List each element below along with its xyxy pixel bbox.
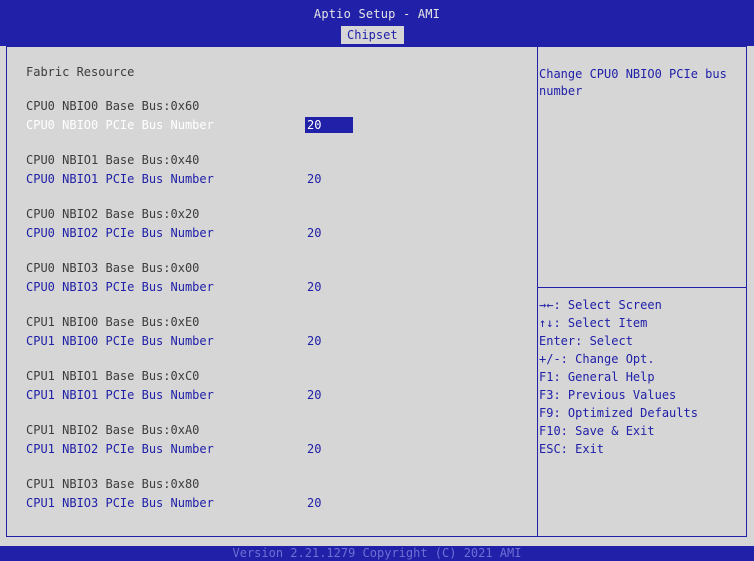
pcie-bus-number-value[interactable]: 20 xyxy=(307,334,321,349)
base-bus-label: CPU0 NBIO0 Base Bus:0x60 xyxy=(26,99,200,113)
title-bar: Aptio Setup - AMI Chipset xyxy=(0,0,754,46)
pcie-bus-number-option[interactable]: CPU1 NBIO1 PCIe Bus Number xyxy=(26,388,214,403)
pcie-bus-number-option[interactable]: CPU0 NBIO0 PCIe Bus Number xyxy=(26,118,214,133)
pcie-bus-number-value[interactable]: 20 xyxy=(307,388,321,403)
key-hint-optimized-defaults: F9: Optimized Defaults xyxy=(539,406,698,420)
version-text: Version 2.21.1279 Copyright (C) 2021 AMI xyxy=(232,546,522,560)
footer-bar: Version 2.21.1279 Copyright (C) 2021 AMI xyxy=(0,546,754,561)
key-hint-save-exit: F10: Save & Exit xyxy=(539,424,655,438)
key-hint-general-help: F1: General Help xyxy=(539,370,655,384)
panel-divider xyxy=(537,46,538,537)
key-hint-select-screen: →←: Select Screen xyxy=(539,298,662,312)
section-heading: Fabric Resource xyxy=(26,65,135,79)
key-hint-exit: ESC: Exit xyxy=(539,442,605,456)
pcie-bus-number-option[interactable]: CPU1 NBIO3 PCIe Bus Number xyxy=(26,496,214,511)
key-hint-enter: Enter: Select xyxy=(539,334,633,348)
tab-chipset[interactable]: Chipset xyxy=(341,26,404,44)
pcie-bus-number-option[interactable]: CPU0 NBIO3 PCIe Bus Number xyxy=(26,280,214,295)
pcie-bus-number-value[interactable]: 20 xyxy=(307,442,321,457)
pcie-bus-number-value[interactable]: 20 xyxy=(307,172,321,187)
key-hint-previous-values: F3: Previous Values xyxy=(539,388,677,402)
key-hint-change-opt: +/-: Change Opt. xyxy=(539,352,655,366)
key-hint-select-item: ↑↓: Select Item xyxy=(539,316,648,330)
base-bus-label: CPU0 NBIO3 Base Bus:0x00 xyxy=(26,261,200,275)
pcie-bus-number-value[interactable]: 20 xyxy=(305,117,353,133)
pcie-bus-number-value[interactable]: 20 xyxy=(307,496,321,511)
pcie-bus-number-value[interactable]: 20 xyxy=(307,280,321,295)
help-text: number xyxy=(539,84,583,98)
pcie-bus-number-option[interactable]: CPU0 NBIO1 PCIe Bus Number xyxy=(26,172,214,187)
base-bus-label: CPU1 NBIO3 Base Bus:0x80 xyxy=(26,477,200,491)
help-text: Change CPU0 NBIO0 PCIe bus xyxy=(539,67,727,81)
base-bus-label: CPU0 NBIO1 Base Bus:0x40 xyxy=(26,153,200,167)
pcie-bus-number-option[interactable]: CPU1 NBIO2 PCIe Bus Number xyxy=(26,442,214,457)
pcie-bus-number-value[interactable]: 20 xyxy=(307,226,321,241)
base-bus-label: CPU1 NBIO0 Base Bus:0xE0 xyxy=(26,315,200,329)
base-bus-label: CPU1 NBIO2 Base Bus:0xA0 xyxy=(26,423,200,437)
app-title: Aptio Setup - AMI xyxy=(313,7,441,21)
base-bus-label: CPU1 NBIO1 Base Bus:0xC0 xyxy=(26,369,200,383)
help-keys-divider xyxy=(538,287,746,288)
pcie-bus-number-option[interactable]: CPU0 NBIO2 PCIe Bus Number xyxy=(26,226,214,241)
pcie-bus-number-option[interactable]: CPU1 NBIO0 PCIe Bus Number xyxy=(26,334,214,349)
base-bus-label: CPU0 NBIO2 Base Bus:0x20 xyxy=(26,207,200,221)
